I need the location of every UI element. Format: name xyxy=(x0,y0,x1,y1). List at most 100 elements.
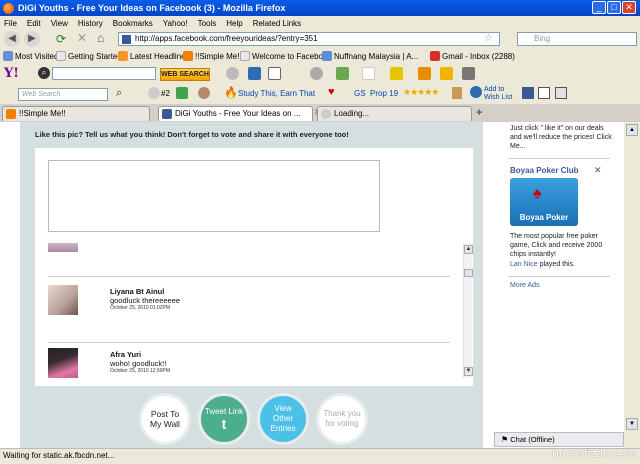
weather-icon[interactable] xyxy=(310,67,323,80)
bookmark-simple-me[interactable]: !!Simple Me!! xyxy=(183,51,242,61)
thank-you-for-voting-button[interactable]: Thank you for voting xyxy=(316,393,368,445)
bookmark-star-icon[interactable]: ☆ xyxy=(484,33,493,44)
web-search-button[interactable]: WEB SEARCH xyxy=(160,68,210,81)
bookmark-welcome-facebook[interactable]: Welcome to Facebook xyxy=(240,51,331,61)
tab-loading[interactable]: Loading... xyxy=(317,106,472,121)
search-placeholder: Bing xyxy=(534,34,551,43)
yahoo-logo-icon[interactable]: Y! xyxy=(4,66,19,81)
close-button[interactable]: ✕ xyxy=(622,1,636,14)
page-scroll-up-icon[interactable]: ▲ xyxy=(626,124,638,136)
bookmark-most-visited[interactable]: Most Visited xyxy=(3,51,58,61)
rank-icon xyxy=(148,87,160,99)
back-icon[interactable]: ◀ xyxy=(4,31,20,47)
pin-icon[interactable]: ♥ xyxy=(328,86,335,98)
news-icon[interactable] xyxy=(390,67,403,80)
played-suffix: played this. xyxy=(537,261,575,268)
bookmark-getting-started[interactable]: Getting Started xyxy=(56,51,122,61)
shield-icon[interactable] xyxy=(248,67,261,80)
scroll-thumb[interactable] xyxy=(464,269,473,277)
home-icon[interactable]: ⌂ xyxy=(97,31,104,45)
flickr-icon[interactable] xyxy=(362,67,375,80)
commenter-name[interactable]: Afra Yuri xyxy=(110,350,170,359)
rank-count[interactable]: #2 xyxy=(161,89,170,98)
minimize-button[interactable]: _ xyxy=(592,1,606,14)
facebook-icon[interactable] xyxy=(522,87,534,99)
gmail-icon xyxy=(430,51,440,61)
firefox-icon xyxy=(3,2,14,14)
blogger-icon xyxy=(6,109,16,119)
history-icon[interactable] xyxy=(198,87,210,99)
mail-icon[interactable] xyxy=(268,67,281,80)
menu-help[interactable]: Help xyxy=(226,19,242,28)
prop-19-link[interactable]: Prop 19 xyxy=(370,89,398,98)
chat-bar[interactable]: ⚑ Chat (Offline) xyxy=(494,432,624,447)
thank-you-label: Thank you for voting xyxy=(323,409,361,428)
facebook-favicon-icon xyxy=(122,35,131,44)
new-tab-icon[interactable]: + xyxy=(476,107,482,119)
maximize-button[interactable]: □ xyxy=(607,1,621,14)
forward-icon[interactable]: ▶ xyxy=(24,31,40,47)
menu-view[interactable]: View xyxy=(51,19,68,28)
comment-input-box[interactable] xyxy=(48,160,380,232)
email-icon[interactable] xyxy=(538,87,550,99)
options-icon[interactable] xyxy=(462,67,475,80)
played-user-link[interactable]: Lan Nice xyxy=(510,261,538,268)
menu-related-links[interactable]: Related Links xyxy=(253,19,301,28)
calendar-icon[interactable] xyxy=(336,67,349,80)
study-this-link[interactable]: Study This, Earn That xyxy=(238,89,315,98)
page-scrollbar[interactable]: ▲ ▼ xyxy=(624,122,640,448)
games-icon[interactable] xyxy=(440,67,453,80)
tab-digi-youths[interactable]: DiGi Youths - Free Your Ideas on ... xyxy=(158,106,313,121)
tab-label: DiGi Youths - Free Your Ideas on ... xyxy=(175,109,301,118)
window-title: DiGi Youths - Free Your Ideas on Faceboo… xyxy=(18,3,286,13)
comment-divider xyxy=(48,276,450,277)
book-icon xyxy=(452,87,462,99)
page-scroll-down-icon[interactable]: ▼ xyxy=(626,418,638,430)
sidebar-ad-text[interactable]: Just click " like it" on our deals and w… xyxy=(510,124,615,151)
link-icon[interactable] xyxy=(176,87,188,99)
menu-edit[interactable]: Edit xyxy=(27,19,41,28)
ad-title-link[interactable]: Boyaa Poker Club xyxy=(510,166,578,175)
rating-stars-icon[interactable]: ★★★★★ xyxy=(403,87,439,98)
magnifier-icon[interactable]: ⌕ xyxy=(38,67,50,79)
web-search-input[interactable]: Web Search xyxy=(18,88,108,101)
bookmark-nuffnang[interactable]: Nuffnang Malaysia | A... xyxy=(322,51,418,61)
comment-date: October 25, 2010 01:02PM xyxy=(110,305,171,311)
view-other-entries-button[interactable]: View Other Entries xyxy=(257,393,309,445)
menu-bookmarks[interactable]: Bookmarks xyxy=(113,19,153,28)
rss-icon xyxy=(118,51,128,61)
search-input[interactable]: Bing xyxy=(517,32,637,46)
comment-item: Liyana Bt Ainul goodluck thereeeeee Octo… xyxy=(110,287,180,311)
tab-simple-me[interactable]: !!Simple Me!! xyxy=(2,106,150,121)
menu-file[interactable]: File xyxy=(4,19,17,28)
bookmark-gmail[interactable]: Gmail - Inbox (2288) xyxy=(430,51,515,61)
reload-icon[interactable]: ⟳ xyxy=(56,32,66,46)
stop-icon[interactable]: ✕ xyxy=(77,31,87,45)
commenter-name[interactable]: Liyana Bt Ainul xyxy=(110,287,180,296)
ad-image[interactable]: Boyaa Poker xyxy=(510,178,578,226)
scroll-down-icon[interactable]: ▼ xyxy=(464,367,473,376)
globe-icon[interactable] xyxy=(226,67,239,80)
yahoo-search-input[interactable] xyxy=(52,67,156,80)
menu-tools[interactable]: Tools xyxy=(198,19,217,28)
page-icon xyxy=(56,51,66,61)
scroll-up-icon[interactable]: ▲ xyxy=(464,245,473,254)
print-icon[interactable] xyxy=(555,87,567,99)
gs-link[interactable]: GS xyxy=(354,89,366,98)
address-bar[interactable]: http://apps.facebook.com/freeyourideas/?… xyxy=(118,32,500,46)
comments-scrollbar[interactable]: ▲ ▼ xyxy=(463,243,473,378)
bookmark-latest-headlines[interactable]: Latest Headlines xyxy=(118,51,190,61)
menu-yahoo[interactable]: Yahoo! xyxy=(163,19,188,28)
search-icon[interactable]: ⌕ xyxy=(116,87,122,100)
menu-history[interactable]: History xyxy=(78,19,103,28)
window-title-bar: DiGi Youths - Free Your Ideas on Faceboo… xyxy=(0,0,640,16)
tab-label: !!Simple Me!! xyxy=(19,109,66,118)
more-ads-link[interactable]: More Ads xyxy=(510,281,540,290)
post-to-wall-button[interactable]: Post To My Wall xyxy=(139,393,191,445)
sidebar-divider xyxy=(508,276,610,277)
add-to-wish-list-link[interactable]: Add to Wish List xyxy=(484,86,516,102)
finance-icon[interactable] xyxy=(418,67,431,80)
ad-close-icon[interactable]: ✕ xyxy=(594,165,602,176)
wish-list-icon[interactable] xyxy=(470,86,482,98)
tweet-link-button[interactable]: Tweet Link t xyxy=(198,393,250,445)
